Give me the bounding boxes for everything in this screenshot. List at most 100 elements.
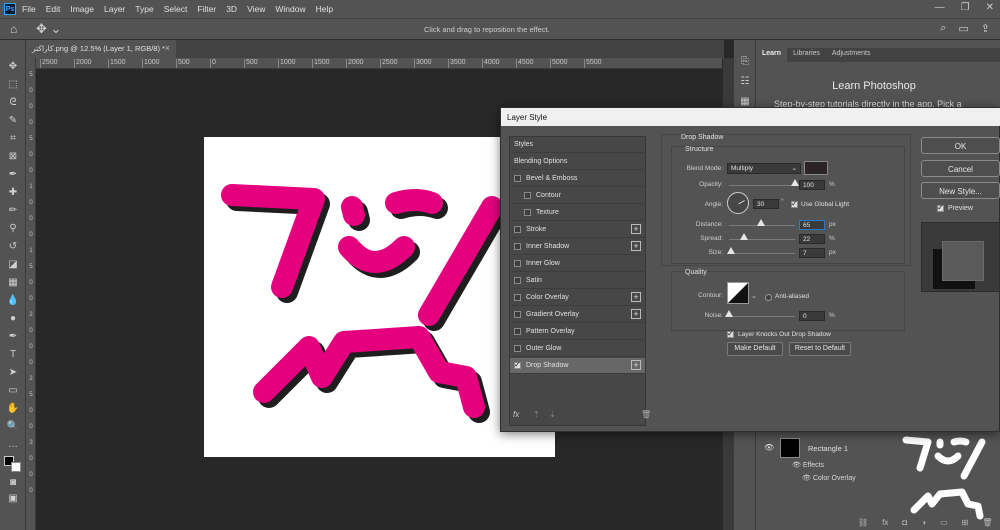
make-default-button[interactable]: Make Default (727, 342, 783, 356)
style-checkbox[interactable] (524, 209, 531, 216)
style-item-texture[interactable]: Texture (510, 205, 645, 221)
distance-slider-knob[interactable] (756, 219, 765, 226)
style-checkbox[interactable] (514, 311, 521, 318)
add-style-plus-icon[interactable]: + (631, 309, 641, 319)
style-item-inner-glow[interactable]: Inner Glow (510, 256, 645, 272)
style-item-contour[interactable]: Contour (510, 188, 645, 204)
type-tool-icon[interactable]: T (6, 348, 20, 362)
anti-aliased-checkbox[interactable] (765, 294, 772, 301)
dodge-tool-icon[interactable]: ● (6, 312, 20, 326)
menu-edit[interactable]: Edit (46, 4, 61, 14)
search-icon[interactable]: ⌕ (940, 22, 946, 35)
blending-options[interactable]: Blending Options (510, 154, 645, 170)
opacity-input[interactable]: 100 (799, 180, 825, 190)
add-style-plus-icon[interactable]: + (631, 360, 641, 370)
delete-effect-icon[interactable]: 🗑 (641, 410, 651, 419)
style-item-outer-glow[interactable]: Outer Glow (510, 341, 645, 357)
screen-mode-icon[interactable]: ▣ (6, 492, 20, 506)
workspace-icon[interactable]: ▭ (958, 22, 968, 35)
add-effect-fx-icon[interactable]: fx (513, 410, 519, 419)
menu-help[interactable]: Help (316, 4, 333, 14)
noise-slider-knob[interactable] (725, 310, 733, 317)
pen-tool-icon[interactable]: ✒ (6, 330, 20, 344)
minimize-icon[interactable]: — (935, 2, 945, 13)
spread-slider-knob[interactable] (739, 233, 748, 240)
move-tool-icon[interactable]: ✥ (6, 60, 20, 74)
link-layers-icon[interactable]: ⛓ (858, 518, 868, 527)
preview-checkbox[interactable] (937, 203, 944, 212)
quick-mask-icon[interactable]: ◙ (6, 476, 20, 490)
menu-window[interactable]: Window (275, 4, 305, 14)
style-item-pattern-overlay[interactable]: Pattern Overlay (510, 324, 645, 340)
new-style-button[interactable]: New Style... (921, 182, 1000, 199)
layer-thumbnail[interactable] (780, 438, 800, 458)
menu-select[interactable]: Select (164, 4, 188, 14)
distance-input[interactable]: 65 (799, 220, 825, 230)
frame-tool-icon[interactable]: ⊠ (6, 150, 20, 164)
size-slider-knob[interactable] (726, 247, 735, 254)
restore-icon[interactable]: ❐ (961, 2, 970, 13)
close-tab-icon[interactable]: × (165, 43, 170, 53)
spread-input[interactable]: 22 (799, 234, 825, 244)
style-checkbox[interactable] (514, 226, 521, 233)
style-item-inner-shadow[interactable]: Inner Shadow + (510, 239, 645, 255)
opacity-slider-knob[interactable] (791, 179, 799, 186)
menu-file[interactable]: File (22, 4, 36, 14)
style-item-satin[interactable]: Satin (510, 273, 645, 289)
menu-image[interactable]: Image (70, 4, 94, 14)
properties-panel-icon[interactable]: ☷ (739, 76, 751, 88)
menu-layer[interactable]: Layer (104, 4, 125, 14)
hand-tool-icon[interactable]: ✋ (6, 402, 20, 416)
style-checkbox[interactable] (514, 328, 521, 335)
noise-slider[interactable] (729, 316, 795, 317)
styles-header[interactable]: Styles (510, 137, 645, 153)
clone-stamp-tool-icon[interactable]: ⚲ (6, 222, 20, 236)
style-item-gradient-overlay[interactable]: Gradient Overlay + (510, 307, 645, 323)
style-checkbox[interactable] (514, 260, 521, 267)
path-selection-tool-icon[interactable]: ➤ (6, 366, 20, 380)
angle-input[interactable]: 30 (753, 199, 779, 209)
marquee-tool-icon[interactable]: ⬚ (6, 78, 20, 92)
tab-adjustments[interactable]: Adjustments (826, 48, 877, 62)
layer-effects-row[interactable]: 👁 Effects (792, 461, 824, 469)
blur-tool-icon[interactable]: 💧 (6, 294, 20, 308)
close-icon[interactable]: ✕ (986, 2, 994, 13)
blend-mode-select[interactable]: Multiply ⌄ (727, 163, 801, 174)
add-style-plus-icon[interactable]: + (631, 241, 641, 251)
fx-icon[interactable]: fx (882, 518, 888, 527)
ok-button[interactable]: OK (921, 137, 1000, 154)
eyedropper-tool-icon[interactable]: ✒ (6, 168, 20, 182)
add-style-plus-icon[interactable]: + (631, 224, 641, 234)
layer-effect-color-overlay[interactable]: 👁 Color Overlay (802, 474, 856, 482)
history-brush-tool-icon[interactable]: ↺ (6, 240, 20, 254)
layer-knocks-out-checkbox[interactable] (727, 329, 734, 338)
angle-dial[interactable] (727, 192, 749, 214)
background-color-swatch[interactable] (11, 462, 21, 472)
move-tool-icon[interactable]: ✥ ⌄ (36, 21, 61, 37)
contour-picker[interactable] (727, 282, 749, 304)
zoom-tool-icon[interactable]: 🔍 (6, 420, 20, 434)
healing-brush-tool-icon[interactable]: ✚ (6, 186, 20, 200)
move-up-icon[interactable]: ⇡ (533, 410, 540, 419)
brush-tool-icon[interactable]: ✏ (6, 204, 20, 218)
add-style-plus-icon[interactable]: + (631, 292, 641, 302)
document-tab[interactable]: کاراکتر.png @ 12.5% (Layer 1, RGB/8) * × (26, 40, 176, 58)
share-icon[interactable]: ⇪ (981, 22, 990, 35)
style-item-bevel-emboss[interactable]: Bevel & Emboss (510, 171, 645, 187)
dialog-title-bar[interactable]: Layer Style (501, 108, 1000, 126)
tab-learn[interactable]: Learn (756, 48, 788, 62)
style-checkbox[interactable] (514, 360, 521, 369)
gradient-tool-icon[interactable]: ▦ (6, 276, 20, 290)
menu-view[interactable]: View (247, 4, 265, 14)
home-icon[interactable]: ⌂ (10, 22, 17, 36)
menu-3d[interactable]: 3D (226, 4, 237, 14)
quick-select-tool-icon[interactable]: ✎ (6, 114, 20, 128)
opacity-slider[interactable] (729, 185, 795, 186)
size-input[interactable]: 7 (799, 248, 825, 258)
reset-to-default-button[interactable]: Reset to Default (789, 342, 851, 356)
use-global-light-checkbox[interactable] (791, 199, 798, 208)
style-item-color-overlay[interactable]: Color Overlay + (510, 290, 645, 306)
layer-visibility-eye-icon[interactable]: 👁 (764, 443, 774, 452)
move-down-icon[interactable]: ⇣ (549, 410, 556, 419)
shadow-color-swatch[interactable] (804, 161, 828, 175)
